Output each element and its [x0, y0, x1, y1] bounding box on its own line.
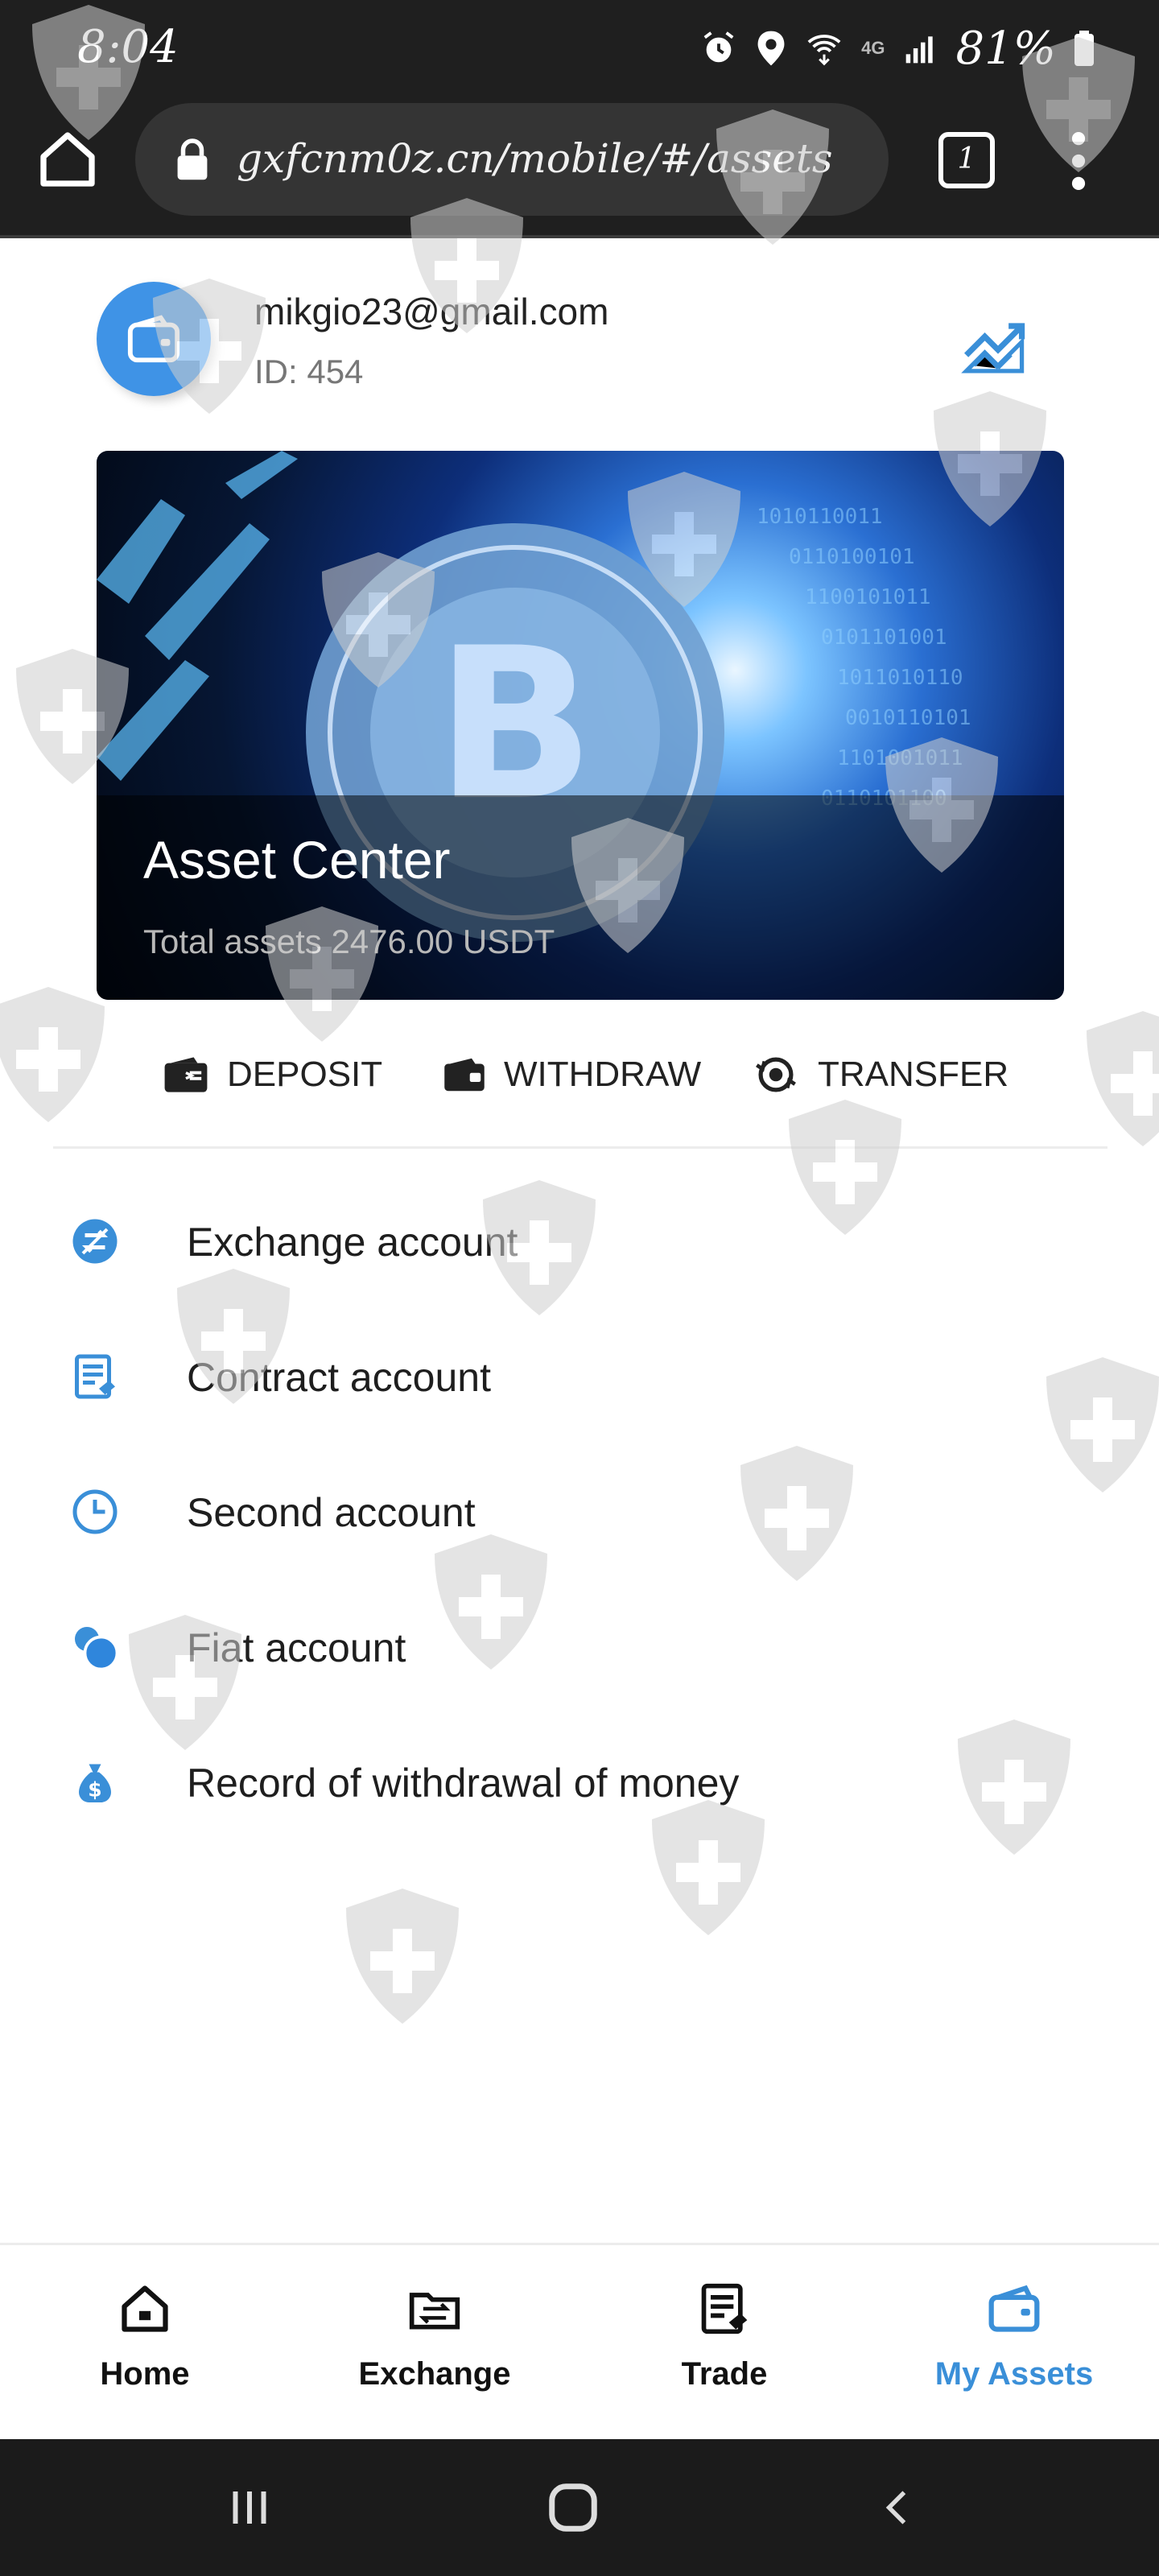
contract-icon [75, 1354, 115, 1399]
deposit-label: DEPOSIT [227, 1055, 383, 1094]
network-type: 4G [861, 38, 885, 58]
home-nav-icon[interactable] [544, 2479, 602, 2536]
system-nav-bar [0, 2439, 1159, 2576]
wallet-in-icon [164, 1057, 208, 1092]
tab-label: My Assets [934, 2356, 1094, 2392]
svg-text:1011010110: 1011010110 [837, 666, 963, 690]
trend-chart-icon[interactable] [961, 312, 1035, 377]
list-item-label: Exchange account [187, 1220, 518, 1265]
home-icon[interactable] [35, 127, 100, 192]
coins-icon [75, 1627, 119, 1671]
wallet-icon [127, 315, 180, 363]
list-item-label: Record of withdrawal of money [187, 1761, 740, 1806]
tab-my-assets[interactable]: My Assets [918, 2281, 1111, 2417]
svg-text:0010110101: 0010110101 [845, 706, 971, 730]
tab-label: Home [100, 2356, 190, 2392]
alarm-icon [703, 31, 734, 63]
home-icon [122, 2285, 168, 2332]
list-item-label: Contract account [187, 1355, 491, 1400]
transfer-button[interactable]: TRANSFER [752, 1038, 1008, 1111]
recent-apps-icon[interactable] [225, 2479, 274, 2536]
withdraw-label: WITHDRAW [504, 1055, 702, 1094]
status-time: 8:04 [77, 21, 179, 73]
lock-icon [177, 138, 208, 180]
tab-trade[interactable]: Trade [628, 2281, 821, 2417]
transfer-label: TRANSFER [818, 1055, 1009, 1094]
list-item-contract-account[interactable]: Contract account [0, 1327, 1159, 1423]
signal-icon [905, 36, 933, 64]
total-assets-text: Total assets 2476.00 USDT [143, 923, 555, 960]
exchange-folder-icon [409, 2293, 460, 2330]
shield-watermark-icon [346, 1889, 459, 2024]
svg-text:$: $ [88, 1778, 101, 1802]
browser-chrome: 8:04 4G 81% gxfcnm0z.cn/mobile/#/assets … [0, 0, 1159, 238]
svg-text:1010110011: 1010110011 [757, 505, 883, 529]
wallet-out-icon [444, 1058, 485, 1092]
battery-percent: 81% [955, 22, 1056, 75]
tab-label: Exchange [358, 2356, 511, 2392]
url-bar[interactable]: gxfcnm0z.cn/mobile/#/assets [135, 103, 889, 216]
status-bar: 8:04 4G 81% [0, 0, 1159, 97]
exchange-icon [72, 1219, 118, 1264]
money-bag-icon: $ [79, 1764, 111, 1802]
banner-title: Asset Center [143, 830, 451, 890]
more-menu-icon[interactable] [1062, 130, 1095, 192]
clock-icon [72, 1489, 118, 1534]
account-header: mikgio23@gmail.com ID: 454 [97, 280, 1062, 401]
list-item-withdrawal-record[interactable]: $ Record of withdrawal of money [0, 1732, 1159, 1829]
asset-center-banner[interactable]: 1010110011 0110100101 1100101011 0101101… [97, 451, 1064, 1000]
list-item-second-account[interactable]: Second account [0, 1462, 1159, 1558]
svg-text:1101001011: 1101001011 [837, 746, 963, 770]
list-item-label: Second account [187, 1490, 476, 1535]
avatar[interactable] [97, 282, 211, 396]
svg-text:1100101011: 1100101011 [805, 585, 931, 609]
wifi-icon [807, 35, 841, 66]
tab-home[interactable]: Home [48, 2281, 241, 2417]
account-email: mikgio23@gmail.com [254, 291, 609, 332]
bottom-tab-bar: Home Exchange Trade My Assets [0, 2243, 1159, 2439]
deposit-button[interactable]: DEPOSIT [163, 1038, 382, 1111]
back-icon[interactable] [877, 2479, 918, 2536]
trade-icon [701, 2283, 748, 2334]
list-item-label: Fiat account [187, 1625, 406, 1670]
status-icons: 4G 81% [700, 22, 1095, 75]
tab-exchange[interactable]: Exchange [338, 2281, 531, 2417]
list-item-exchange-account[interactable]: Exchange account [0, 1191, 1159, 1288]
asset-actions: DEPOSIT WITHDRAW TRANSFER [0, 1038, 1159, 1111]
transfer-icon [756, 1057, 796, 1092]
url-text: gxfcnm0z.cn/mobile/#/assets [237, 135, 833, 182]
svg-text:0110100101: 0110100101 [789, 545, 915, 569]
tab-label: Trade [681, 2356, 768, 2392]
wallet-icon [988, 2285, 1040, 2332]
address-bar-row: gxfcnm0z.cn/mobile/#/assets 1 [0, 103, 1159, 216]
account-id: ID: 454 [254, 353, 364, 390]
tab-switcher-button[interactable]: 1 [938, 132, 995, 188]
withdraw-button[interactable]: WITHDRAW [443, 1038, 701, 1111]
location-icon [757, 31, 785, 66]
list-item-fiat-account[interactable]: Fiat account [0, 1597, 1159, 1694]
banner-caption-overlay [97, 795, 1064, 1000]
battery-icon [1074, 31, 1094, 66]
svg-text:0101101001: 0101101001 [821, 625, 947, 650]
divider [53, 1146, 1107, 1149]
